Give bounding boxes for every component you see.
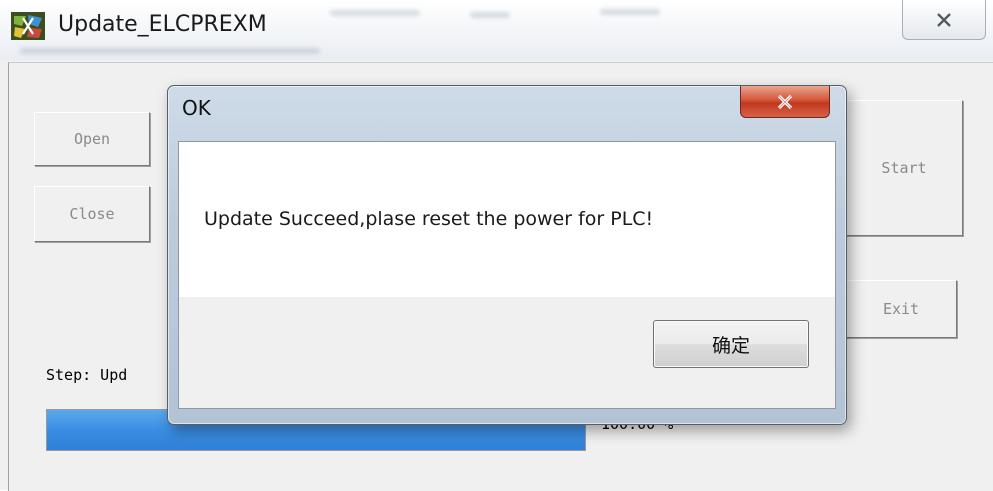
dialog-close-button[interactable] <box>740 86 830 118</box>
title-blur <box>470 12 510 18</box>
step-label: Step: Upd <box>46 366 128 384</box>
confirm-button[interactable]: 确定 <box>653 320 809 368</box>
start-button[interactable]: Start <box>845 100 963 236</box>
close-port-button[interactable]: Close <box>34 186 150 242</box>
dialog-message-area: Update Succeed,plase reset the power for… <box>179 142 835 297</box>
exit-button[interactable]: Exit <box>845 280 957 338</box>
window-title: Update_ELCPREXM <box>58 12 267 37</box>
title-blur <box>20 48 320 54</box>
title-blur <box>600 9 660 15</box>
window-close-button[interactable] <box>902 0 986 40</box>
dialog-title: OK <box>182 96 211 120</box>
ok-dialog: OK Update Succeed,plase reset the power … <box>167 85 847 425</box>
dialog-message: Update Succeed,plase reset the power for… <box>204 208 654 230</box>
close-x-icon <box>937 12 951 27</box>
open-button[interactable]: Open <box>34 112 150 166</box>
main-titlebar[interactable]: Update_ELCPREXM <box>0 0 993 60</box>
dialog-body: Update Succeed,plase reset the power for… <box>178 141 836 409</box>
close-x-icon <box>777 94 793 109</box>
app-logo-icon <box>11 12 45 40</box>
title-blur <box>330 10 420 16</box>
